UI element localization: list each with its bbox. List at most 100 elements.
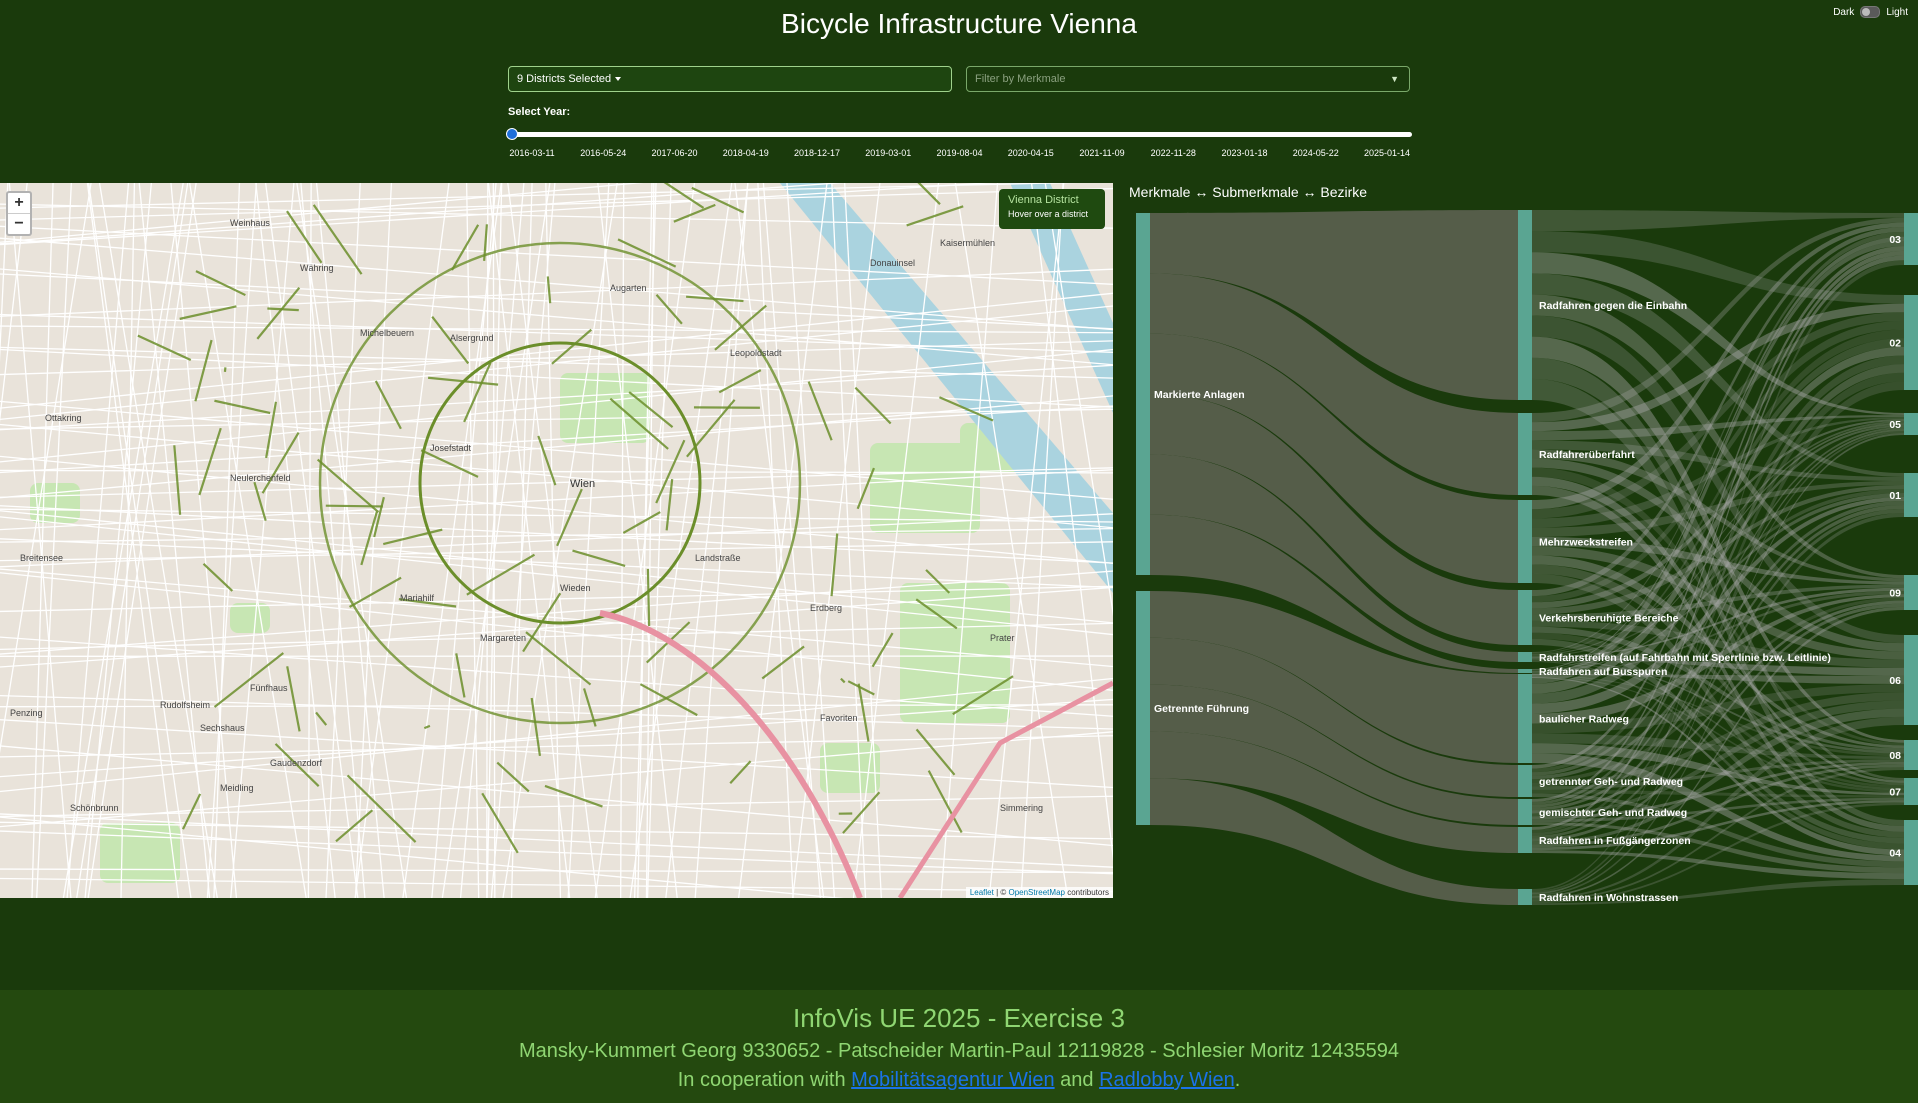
map-place-label: Wien [570,478,596,490]
sankey-label-submerkmal: Radfahren in Fußgängerzonen [1539,835,1691,847]
year-tick-label: 2016-03-11 [509,148,555,158]
map-place-label: Sechshaus [200,723,245,733]
map-place-label: Wieden [560,583,591,593]
map-place-label: Prater [990,633,1015,643]
sankey-node-submerkmal[interactable] [1518,413,1532,495]
sankey-node-submerkmal[interactable] [1518,674,1532,763]
year-tick-label: 2019-08-04 [936,148,983,158]
sankey-node-bezirk[interactable] [1904,213,1918,265]
mobilitaetsagentur-link[interactable]: Mobilitätsagentur Wien [851,1069,1054,1091]
sankey-node-bezirk[interactable] [1904,295,1918,390]
sankey-node-submerkmal[interactable] [1518,500,1532,583]
sankey-label-bezirk: 07 [1889,787,1901,799]
sankey-label-bezirk: 03 [1889,234,1901,246]
year-tick-label: 2017-06-20 [651,148,698,158]
theme-toggle[interactable]: Dark Light [1833,6,1908,18]
sankey-label-merkmal: Markierte Anlagen [1154,389,1245,401]
map-place-label: Alsergrund [450,333,494,343]
sankey-node-merkmal[interactable] [1136,213,1150,575]
sankey-node-bezirk[interactable] [1904,778,1918,805]
sankey-label-submerkmal: Verkehrsberuhigte Bereiche [1539,613,1679,625]
sankey-label-bezirk: 08 [1889,750,1901,762]
sankey-label-merkmal: Getrennte Führung [1154,703,1249,715]
toggle-switch-icon[interactable] [1860,6,1881,18]
map-place-label: Erdberg [810,603,843,613]
sankey-node-bezirk[interactable] [1904,820,1918,885]
district-info-title: Vienna District [1008,194,1079,206]
park-area [100,823,180,883]
map-place-label: Währing [300,263,334,273]
theme-light-label: Light [1886,6,1908,18]
sankey-node-bezirk[interactable] [1904,413,1918,435]
map-place-label: Schönbrunn [70,803,119,813]
merkmal-filter-placeholder: Filter by Merkmale [975,73,1066,85]
map-place-label: Michelbeuern [360,328,415,338]
year-slider-label: Select Year: [508,106,571,118]
year-tick-label: 2022-11-28 [1150,148,1196,158]
bike-route [325,504,383,508]
sankey-node-submerkmal[interactable] [1518,669,1532,673]
sankey-node-submerkmal[interactable] [1518,889,1532,905]
merkmal-filter-select[interactable]: Filter by Merkmale ▼ [966,66,1410,92]
map-place-label: Weinhaus [230,218,270,228]
map-place-label: Augarten [610,283,647,293]
map-place-label: Donauinsel [870,258,916,268]
year-tick-label: 2020-04-15 [1007,148,1054,158]
sankey-label-submerkmal: Radfahren in Wohnstrassen [1539,892,1678,904]
osm-link[interactable]: OpenStreetMap [1008,888,1064,897]
sankey-node-submerkmal[interactable] [1518,765,1532,797]
sankey-node-submerkmal[interactable] [1518,799,1532,825]
year-slider-handle[interactable] [506,128,518,140]
chevron-down-icon[interactable]: ▼ [1390,74,1399,84]
sankey-label-bezirk: 06 [1889,675,1901,687]
map-place-label: Josefstadt [430,443,472,453]
year-tick-label: 2024-05-22 [1292,148,1339,158]
district-info-box: Vienna District Hover over a district [999,189,1105,229]
map-place-label: Favoriten [820,713,858,723]
sankey-label-bezirk: 05 [1889,419,1901,431]
sankey-label-bezirk: 02 [1889,338,1901,350]
sankey-label-bezirk: 04 [1889,848,1901,860]
footer-authors: Mansky-Kummert Georg 9330652 - Patscheid… [518,1040,1400,1062]
year-tick-label: 2025-01-14 [1363,148,1411,158]
sankey-node-bezirk[interactable] [1904,740,1918,770]
map-place-label: Gaudenzdorf [270,758,323,768]
sankey-title: Merkmale ↔ Submerkmale ↔ Bezirke [1129,184,1368,200]
sankey-node-merkmal[interactable] [1136,591,1150,825]
sankey-label-bezirk: 01 [1889,490,1901,502]
year-tick-label: 2018-12-17 [793,148,841,158]
sankey-label-submerkmal: Radfahrerüberfahrt [1539,449,1635,461]
sankey-node-submerkmal[interactable] [1518,652,1532,662]
caret-down-icon [615,77,622,81]
map-place-label: Meidling [220,783,254,793]
sankey-node-submerkmal[interactable] [1518,210,1532,400]
map-place-label: Kaisermühlen [940,238,996,248]
map-place-label: Landstraße [695,553,741,563]
sankey-node-bezirk[interactable] [1904,473,1918,517]
sankey-label-bezirk: 09 [1889,588,1901,600]
vienna-map[interactable]: Weinhaus Währing Michelbeuern Ottakring Neul… [0,183,1113,898]
district-dropdown[interactable]: 9 Districts Selected [508,66,952,92]
sankey-diagram[interactable]: Markierte Anlagen Getrennte Führung Radfah… [1128,205,1918,905]
park-area [560,373,650,443]
radlobby-link[interactable]: Radlobby Wien [1099,1069,1235,1091]
zoom-out-button[interactable]: − [8,213,30,234]
map-place-label: Neulerchenfeld [230,473,291,483]
leaflet-link[interactable]: Leaflet [970,888,994,897]
footer-cooperation: In cooperation with Mobilitätsagentur Wi… [677,1069,1241,1091]
zoom-in-button[interactable]: + [8,193,30,213]
sankey-node-submerkmal[interactable] [1518,590,1532,645]
sankey-node-submerkmal[interactable] [1518,827,1532,853]
district-info-hint: Hover over a district [1008,209,1089,219]
district-dropdown-value: 9 Districts Selected [517,73,612,85]
footer: InfoVis UE 2025 - Exercise 3 Mansky-Kumm… [0,990,1918,1103]
sankey-label-submerkmal: getrennter Geh- und Radweg [1539,776,1683,788]
year-tick-label: 2021-11-09 [1079,148,1125,158]
sankey-label-submerkmal: Radfahren gegen die Einbahn [1539,300,1687,312]
year-tick-label: 2016-05-24 [580,148,627,158]
year-slider-track[interactable] [510,132,1412,137]
map-place-label: Leopoldstadt [730,348,782,358]
map-tiles[interactable] [0,183,1113,898]
sankey-node-bezirk[interactable] [1904,575,1918,610]
sankey-node-bezirk[interactable] [1904,635,1918,725]
